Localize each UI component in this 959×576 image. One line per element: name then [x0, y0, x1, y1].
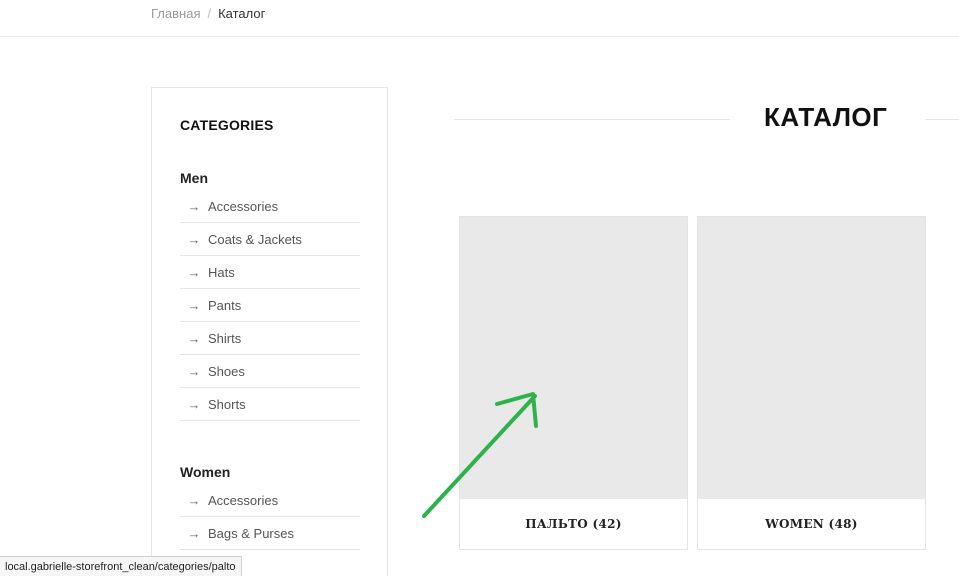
arrow-annotation-icon [422, 392, 538, 518]
annotation-arrow-shaft [422, 394, 537, 518]
annotation-stroke [422, 392, 538, 518]
browser-status-bar: local.gabrielle-storefront_clean/categor… [0, 556, 242, 576]
